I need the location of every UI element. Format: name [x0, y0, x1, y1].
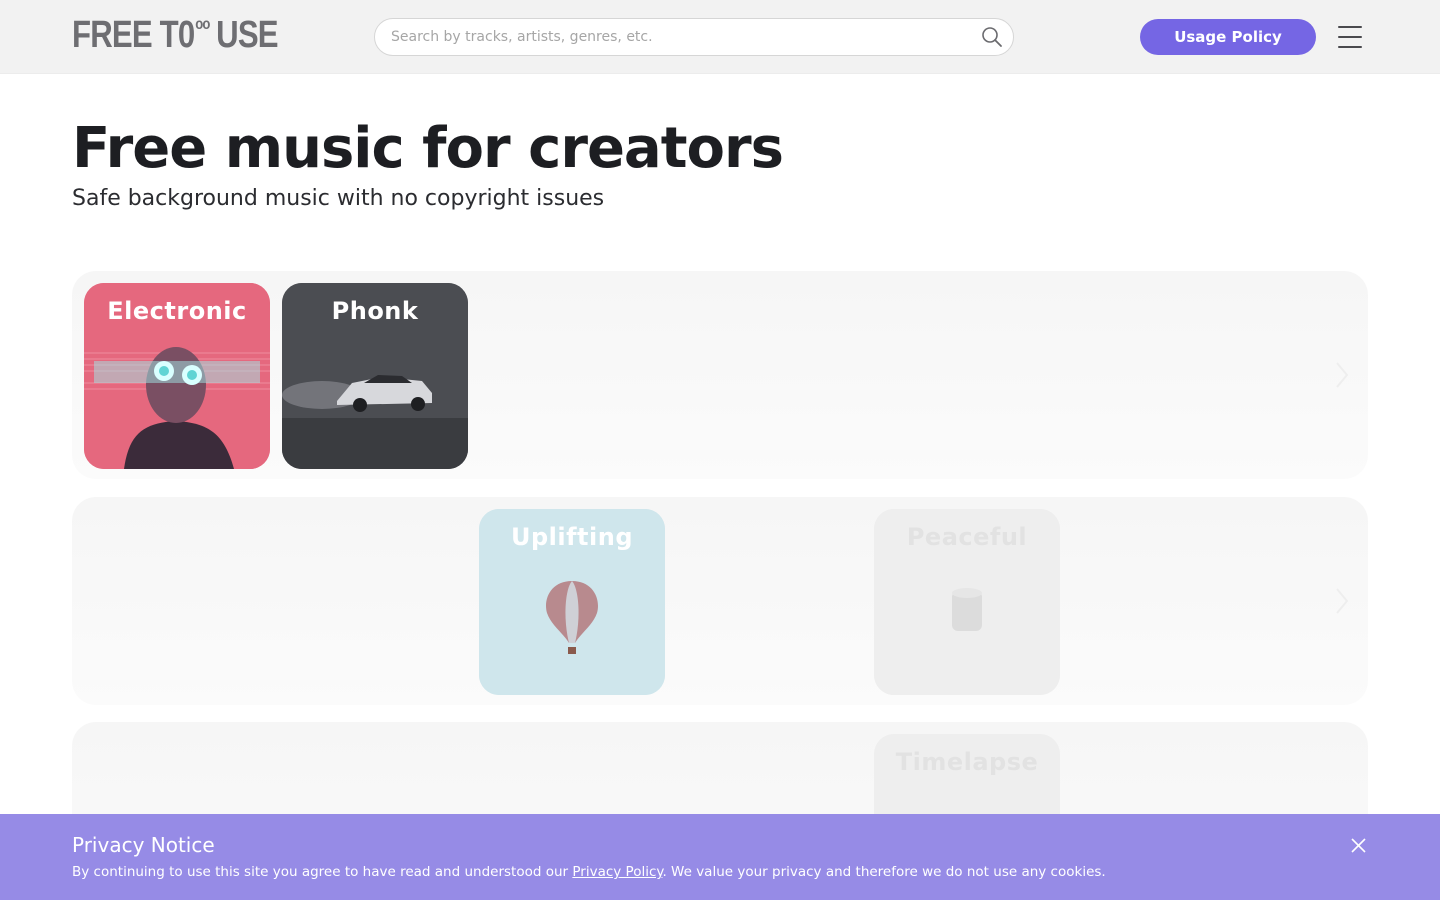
hamburger-menu-icon[interactable] — [1336, 24, 1364, 50]
chevron-right-icon[interactable] — [1334, 361, 1350, 389]
genre-card-label: Electronic — [107, 297, 247, 325]
genre-card-peaceful[interactable]: Peaceful — [874, 509, 1060, 695]
search-icon[interactable] — [981, 26, 1003, 48]
privacy-text-before: By continuing to use this site you agree… — [72, 864, 573, 880]
genre-card-label: Timelapse — [895, 748, 1039, 776]
site-logo[interactable]: FREE T 0 oo USE — [72, 14, 279, 60]
site-header: FREE T0oo USE Usage Policy — [0, 0, 1440, 74]
genre-card-label: Uplifting — [510, 523, 634, 551]
logo-text-part2: USE — [216, 14, 278, 56]
close-icon[interactable] — [1350, 837, 1367, 854]
genre-row: Uplifting Peaceful — [72, 497, 1368, 705]
privacy-notice-title: Privacy Notice — [72, 833, 215, 857]
chevron-right-icon[interactable] — [1334, 587, 1350, 615]
privacy-notice-text: By continuing to use this site you agree… — [72, 864, 1106, 880]
genre-card-electronic[interactable]: Electronic — [84, 283, 270, 469]
logo-infinity: oo — [195, 16, 210, 33]
logo-zero: 0 — [177, 14, 195, 56]
usage-policy-button[interactable]: Usage Policy — [1140, 19, 1316, 55]
privacy-notice-banner: Privacy Notice By continuing to use this… — [0, 814, 1440, 900]
privacy-policy-link[interactable]: Privacy Policy — [572, 864, 662, 880]
privacy-text-after: . We value your privacy and therefore we… — [662, 864, 1106, 880]
genre-card-phonk[interactable]: Phonk — [282, 283, 468, 469]
logo-text-part1: FREE T — [72, 14, 179, 56]
search-input[interactable] — [391, 19, 971, 55]
genre-card-uplifting[interactable]: Uplifting — [479, 509, 665, 695]
search-bar — [374, 18, 1014, 56]
genre-card-label: Phonk — [331, 297, 419, 325]
genre-row: Electronic Phonk — [72, 271, 1368, 479]
page-subtitle: Safe background music with no copyright … — [72, 186, 605, 211]
page-title: Free music for creators — [72, 116, 784, 181]
genre-card-label: Peaceful — [906, 523, 1028, 551]
